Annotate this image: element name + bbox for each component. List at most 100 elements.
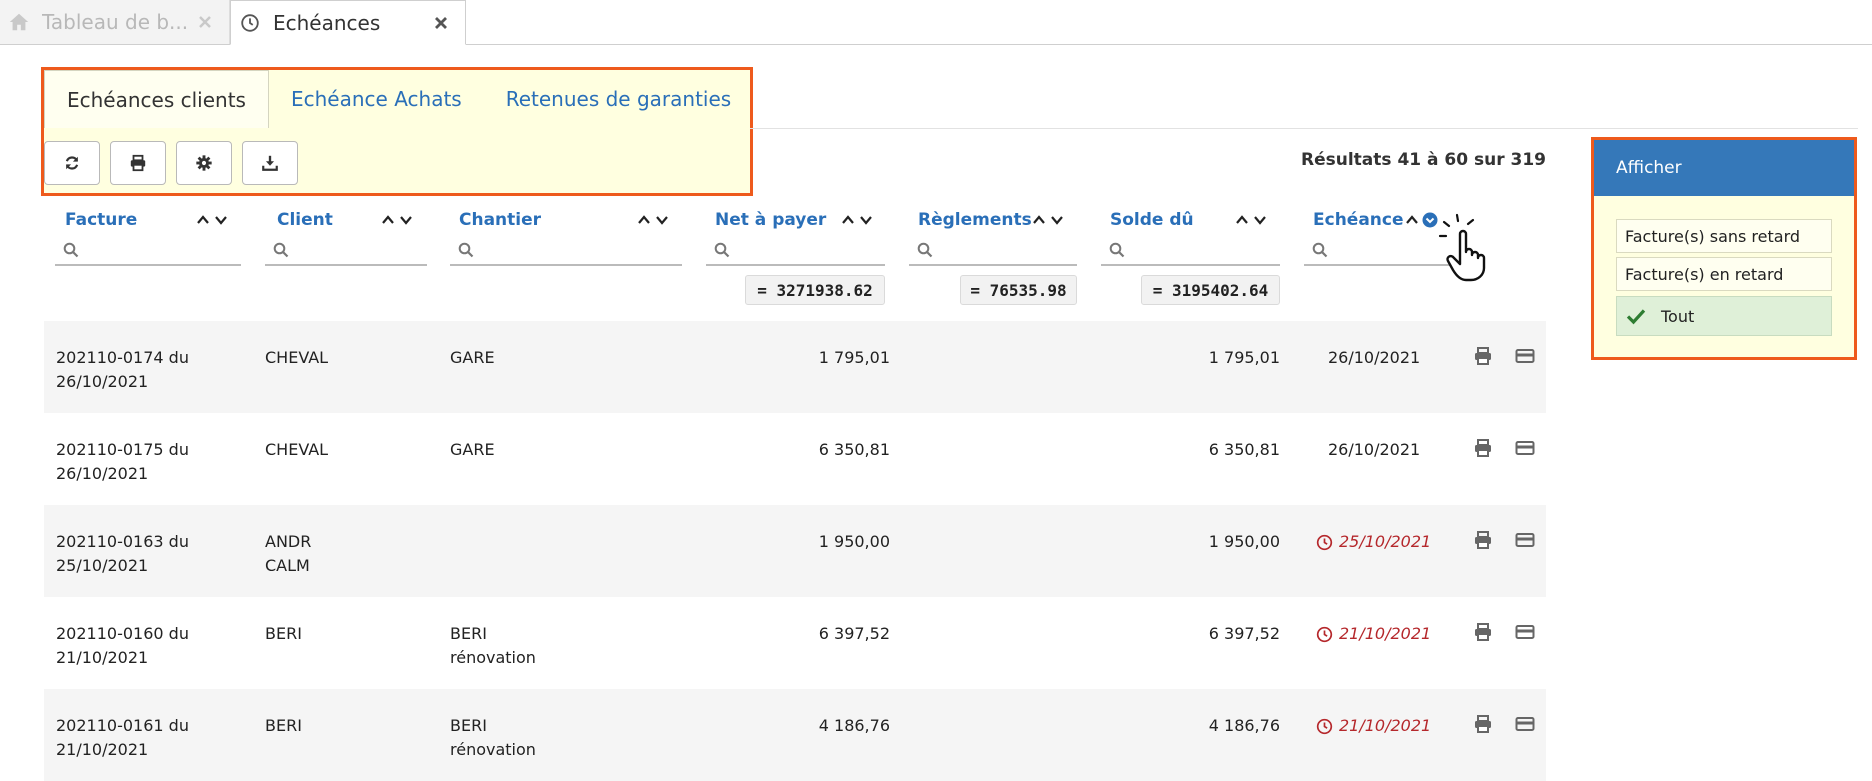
print-button[interactable]: [110, 141, 166, 185]
sort-asc-icon[interactable]: [840, 212, 856, 228]
filter-solde-input[interactable]: [1131, 240, 1280, 260]
sort-control[interactable]: [380, 212, 414, 230]
toolbar: [44, 141, 298, 185]
option-sans-retard[interactable]: Facture(s) sans retard: [1616, 219, 1832, 253]
table-row[interactable]: 202110-0160 du 21/10/2021 BERI BERI réno…: [44, 597, 1546, 689]
cell-client: BERI: [265, 622, 415, 646]
table-row[interactable]: 202110-0163 du 25/10/2021 ANDR CALM 1 95…: [44, 505, 1546, 597]
option-tout[interactable]: Tout: [1616, 296, 1832, 336]
sort-control[interactable]: [195, 212, 229, 230]
search-icon: [458, 242, 474, 258]
clock-icon: [1316, 534, 1333, 550]
credit-card-icon: [1515, 441, 1535, 455]
credit-card-icon: [1515, 717, 1535, 731]
window-tab-echeances[interactable]: Echéances: [230, 0, 466, 45]
print-row-button[interactable]: [1473, 346, 1495, 368]
filter-net[interactable]: [706, 236, 885, 266]
sort-asc-icon[interactable]: [1404, 212, 1420, 228]
window-tab-dashboard[interactable]: Tableau de b...: [0, 0, 230, 44]
filter-reglements[interactable]: [909, 236, 1077, 266]
cell-facture[interactable]: 202110-0174 du 26/10/2021: [56, 346, 236, 394]
payment-row-button[interactable]: [1515, 438, 1537, 460]
search-icon: [63, 242, 79, 258]
sort-asc-icon[interactable]: [380, 212, 396, 228]
results-count: Résultats 41 à 60 sur 319: [1301, 150, 1546, 170]
column-header-client[interactable]: Client: [277, 210, 333, 230]
client-name: ANDR: [265, 532, 312, 551]
filter-chantier[interactable]: [450, 236, 682, 266]
sort-asc-icon[interactable]: [1234, 212, 1250, 228]
sort-asc-icon[interactable]: [1031, 212, 1047, 228]
sort-desc-icon[interactable]: [858, 212, 874, 228]
home-icon: [8, 11, 30, 33]
print-row-button[interactable]: [1473, 438, 1495, 460]
sort-desc-icon[interactable]: [1252, 212, 1268, 228]
filter-facture[interactable]: [55, 236, 241, 266]
echeance-date: 21/10/2021: [1339, 716, 1432, 735]
filter-net-input[interactable]: [736, 240, 885, 260]
tab-retenues-garanties[interactable]: Retenues de garanties: [484, 70, 753, 128]
filter-echeance-input[interactable]: [1334, 240, 1452, 260]
download-button[interactable]: [242, 141, 298, 185]
column-header-chantier[interactable]: Chantier: [459, 210, 541, 230]
tab-echeance-achats[interactable]: Echéance Achats: [269, 70, 484, 128]
settings-button[interactable]: [176, 141, 232, 185]
facture-number: 202110-0161 du: [56, 716, 189, 735]
close-icon[interactable]: [431, 13, 451, 33]
cell-chantier: GARE: [450, 346, 670, 370]
download-icon: [262, 155, 278, 171]
sort-control[interactable]: [1404, 212, 1438, 230]
sort-control[interactable]: [1234, 212, 1268, 230]
cell-facture[interactable]: 202110-0175 du 26/10/2021: [56, 438, 236, 486]
cell-chantier: GARE: [450, 438, 670, 462]
chantier-name: BERI: [450, 624, 487, 643]
cell-facture[interactable]: 202110-0161 du 21/10/2021: [56, 714, 236, 762]
sort-asc-icon[interactable]: [195, 212, 211, 228]
sort-desc-icon[interactable]: [398, 212, 414, 228]
tab-echeances-clients[interactable]: Echéances clients: [44, 70, 269, 128]
sort-desc-icon[interactable]: [1049, 212, 1065, 228]
column-header-echeance[interactable]: Echéance: [1313, 210, 1404, 230]
print-row-button[interactable]: [1473, 530, 1495, 552]
filter-facture-input[interactable]: [85, 240, 241, 260]
facture-date: 21/10/2021: [56, 740, 149, 759]
column-header-net[interactable]: Net à payer: [715, 210, 826, 230]
print-icon: [1475, 531, 1491, 549]
filter-echeance[interactable]: [1304, 236, 1452, 266]
column-header-facture[interactable]: Facture: [65, 210, 137, 230]
column-header-solde[interactable]: Solde dû: [1110, 210, 1194, 230]
payment-row-button[interactable]: [1515, 622, 1537, 644]
filter-client[interactable]: [265, 236, 427, 266]
sort-desc-icon[interactable]: [654, 212, 670, 228]
filter-chantier-input[interactable]: [480, 240, 682, 260]
credit-card-icon: [1515, 625, 1535, 639]
option-en-retard[interactable]: Facture(s) en retard: [1616, 257, 1832, 291]
sort-control[interactable]: [636, 212, 670, 230]
facture-number: 202110-0160 du: [56, 624, 189, 643]
refresh-button[interactable]: [44, 141, 100, 185]
sort-control[interactable]: [1031, 212, 1065, 230]
client-name: BERI: [265, 716, 302, 735]
print-row-button[interactable]: [1473, 714, 1495, 736]
sort-desc-icon[interactable]: [213, 212, 229, 228]
table-row[interactable]: 202110-0175 du 26/10/2021 CHEVAL GARE 6 …: [44, 413, 1546, 505]
table-row[interactable]: 202110-0161 du 21/10/2021 BERI BERI réno…: [44, 689, 1546, 781]
payment-row-button[interactable]: [1515, 530, 1537, 552]
sort-desc-active-icon[interactable]: [1422, 212, 1438, 228]
close-icon[interactable]: [195, 12, 215, 32]
payment-row-button[interactable]: [1515, 346, 1537, 368]
filter-reglements-input[interactable]: [939, 240, 1077, 260]
tab-divider: [750, 128, 1858, 129]
column-header-reglements[interactable]: Règlements: [918, 210, 1032, 230]
cell-facture[interactable]: 202110-0160 du 21/10/2021: [56, 622, 236, 670]
sort-control[interactable]: [840, 212, 874, 230]
cell-facture[interactable]: 202110-0163 du 25/10/2021: [56, 530, 236, 578]
payment-row-button[interactable]: [1515, 714, 1537, 736]
table-row[interactable]: 202110-0174 du 26/10/2021 CHEVAL GARE 1 …: [44, 321, 1546, 413]
sort-asc-icon[interactable]: [636, 212, 652, 228]
filter-solde[interactable]: [1101, 236, 1280, 266]
chantier-name: BERI: [450, 716, 487, 735]
filter-client-input[interactable]: [295, 240, 427, 260]
facture-number: 202110-0174 du: [56, 348, 189, 367]
print-row-button[interactable]: [1473, 622, 1495, 644]
